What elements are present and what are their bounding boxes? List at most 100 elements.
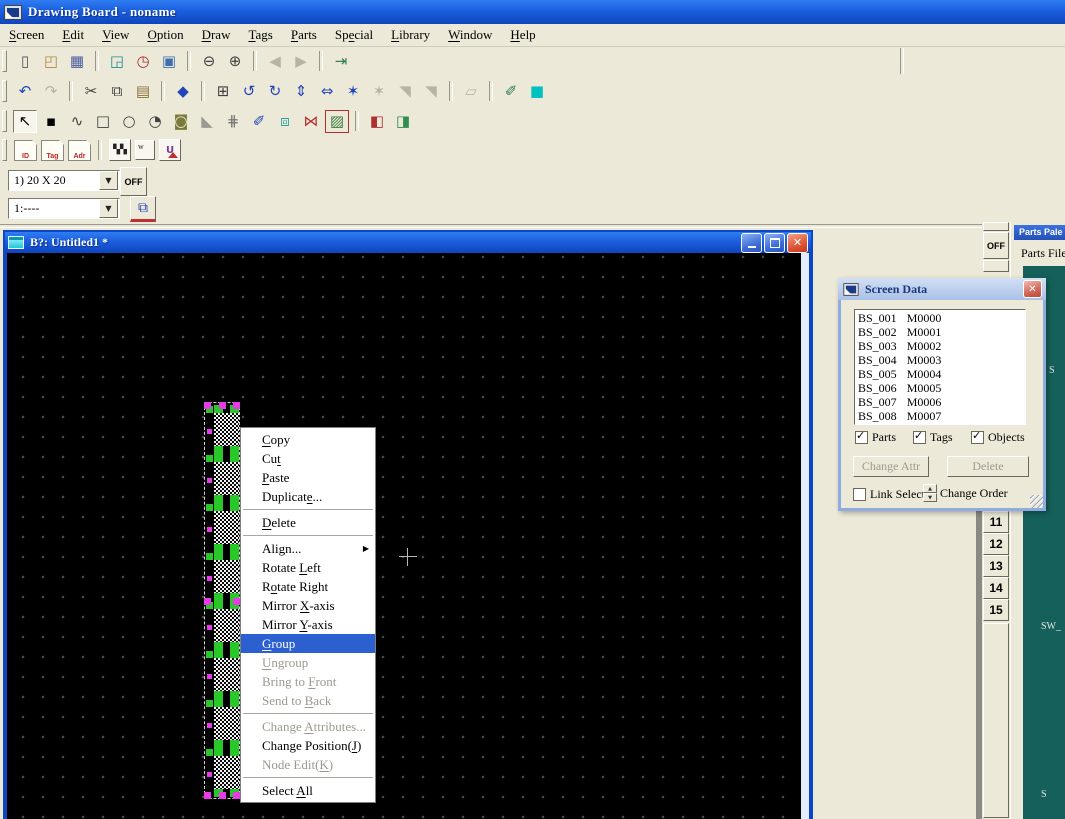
new-file-icon[interactable]: ▯ xyxy=(13,50,37,73)
flip-horizontal-icon[interactable]: ⇔ xyxy=(315,80,339,103)
rotate-left-icon[interactable]: ↺ xyxy=(237,80,261,103)
selection-handle[interactable] xyxy=(219,792,226,799)
undo-icon[interactable]: ↶ xyxy=(13,80,37,103)
capture-area-icon[interactable]: ⧈ xyxy=(273,110,297,133)
parts-off-button[interactable]: OFF xyxy=(983,232,1009,259)
menu-screen[interactable]: Screen xyxy=(0,26,53,44)
polyline-tool-icon[interactable]: ∿ xyxy=(65,110,89,133)
fill-tool-icon[interactable]: ◙ xyxy=(169,110,193,133)
test-pen-icon[interactable]: ✐ xyxy=(499,80,523,103)
cut-icon[interactable]: ✂ xyxy=(79,80,103,103)
pattern-icon[interactable]: ▚▚ xyxy=(109,139,131,161)
select-tool-icon[interactable]: ↖ xyxy=(13,110,37,133)
context-item-align[interactable]: Align...▶ xyxy=(241,539,375,558)
screen-data-row[interactable]: BS_004M0003 xyxy=(858,353,1025,367)
menu-library[interactable]: Library xyxy=(382,26,439,44)
zoom-out-icon[interactable]: ⊖ xyxy=(197,50,221,73)
tags-checkbox[interactable]: Tags xyxy=(913,430,953,445)
parts-file-label[interactable]: Parts File xyxy=(1021,246,1065,261)
close-icon[interactable]: ✕ xyxy=(787,233,808,253)
switch-part[interactable] xyxy=(214,650,239,699)
switch-part[interactable] xyxy=(214,748,239,797)
menu-window[interactable]: Window xyxy=(439,26,501,44)
box3d-red-icon[interactable]: ◧ xyxy=(365,110,389,133)
screen-data-row[interactable]: BS_003M0002 xyxy=(858,339,1025,353)
screen-data-list[interactable]: BS_001M0000BS_002M0001BS_003M0002BS_004M… xyxy=(854,309,1026,425)
selection-handle[interactable] xyxy=(204,792,211,799)
close-icon[interactable]: ✕ xyxy=(1023,280,1042,298)
transfer-icon[interactable]: ▣ xyxy=(157,50,181,73)
spinner-down-icon[interactable]: ▼ xyxy=(923,493,937,502)
app-titlebar[interactable]: Drawing Board - noname xyxy=(0,0,1065,24)
partial-button[interactable] xyxy=(983,260,1009,272)
duplicate-icon[interactable]: ⊞ xyxy=(211,80,235,103)
part-button-12[interactable]: 12 xyxy=(983,533,1009,555)
menu-special[interactable]: Special xyxy=(326,26,382,44)
adr-page-icon[interactable]: Adr xyxy=(68,140,91,161)
chevron-down-icon[interactable]: ▼ xyxy=(99,199,118,218)
context-item-duplicate[interactable]: Duplicate... xyxy=(241,487,375,506)
menu-help[interactable]: Help xyxy=(501,26,544,44)
checkbox-box[interactable] xyxy=(971,431,984,444)
screen-data-row[interactable]: BS_007M0006 xyxy=(858,395,1025,409)
menu-view[interactable]: View xyxy=(93,26,138,44)
rotate-right-icon[interactable]: ↻ xyxy=(263,80,287,103)
polygon-tool-icon[interactable]: ◣ xyxy=(195,110,219,133)
part-button-14[interactable]: 14 xyxy=(983,577,1009,599)
rectangle-tool-icon[interactable]: □ xyxy=(91,110,115,133)
selection-handle[interactable] xyxy=(233,402,240,409)
checkbox-box[interactable] xyxy=(913,431,926,444)
screen-select-combo[interactable]: 1:---- ▼ xyxy=(8,198,120,219)
open-file-icon[interactable]: ◰ xyxy=(39,50,63,73)
switch-part[interactable] xyxy=(214,552,239,601)
flip-vertical-icon[interactable]: ⇕ xyxy=(289,80,313,103)
resize-grip[interactable] xyxy=(1030,495,1043,508)
context-item-select-all[interactable]: Select All xyxy=(241,781,375,800)
selected-parts-group[interactable] xyxy=(204,402,240,799)
picture-u-icon[interactable]: U xyxy=(159,139,181,161)
paste-icon[interactable]: ▤ xyxy=(131,80,155,103)
scale-tool-icon[interactable]: ⋕ xyxy=(221,110,245,133)
drawing-window-titlebar[interactable]: B?: Untitled1 * ✕ xyxy=(5,232,811,253)
screen-data-row[interactable]: BS_002M0001 xyxy=(858,325,1025,339)
selection-handle[interactable] xyxy=(233,598,240,605)
selection-handle[interactable] xyxy=(204,402,211,409)
partial-button[interactable] xyxy=(983,222,1009,231)
context-item-paste[interactable]: Paste xyxy=(241,468,375,487)
screen-data-row[interactable]: BS_005M0004 xyxy=(858,367,1025,381)
link-select-checkbox[interactable]: Link Select xyxy=(853,487,925,502)
part-button-15[interactable]: 15 xyxy=(983,599,1009,621)
menu-option[interactable]: Option xyxy=(138,26,192,44)
context-item-change-position-j[interactable]: Change Position(J) xyxy=(241,736,375,755)
menu-draw[interactable]: Draw xyxy=(193,26,240,44)
menu-edit[interactable]: Edit xyxy=(53,26,93,44)
id-page-icon[interactable]: ID xyxy=(14,140,37,161)
switch-part[interactable] xyxy=(214,405,239,454)
save-icon[interactable]: ▦ xyxy=(65,50,89,73)
ellipse-tool-icon[interactable]: ○ xyxy=(117,110,141,133)
context-item-group[interactable]: Group xyxy=(241,634,375,653)
alarm-clock-icon[interactable]: ◷ xyxy=(131,50,155,73)
screen-data-row[interactable]: BS_001M0000 xyxy=(858,311,1025,325)
screen-data-titlebar[interactable]: Screen Data ✕ xyxy=(838,278,1046,300)
switch-part[interactable] xyxy=(214,503,239,552)
point-tool-icon[interactable]: ▪ xyxy=(39,110,63,133)
context-item-mirror-x-axis[interactable]: Mirror X-axis xyxy=(241,596,375,615)
checkbox-box[interactable] xyxy=(853,488,866,501)
menu-tags[interactable]: Tags xyxy=(239,26,281,44)
context-item-mirror-y-axis[interactable]: Mirror Y-axis xyxy=(241,615,375,634)
part-button-11[interactable]: 11 xyxy=(983,511,1009,533)
arc-tool-icon[interactable]: ◔ xyxy=(143,110,167,133)
shrink-icon[interactable]: ✶ xyxy=(341,80,365,103)
marker-pen-icon[interactable]: ✐ xyxy=(247,110,271,133)
minimize-button[interactable] xyxy=(741,233,762,253)
switch-part[interactable] xyxy=(214,601,239,650)
image-tool-icon[interactable]: ▨ xyxy=(325,110,349,133)
context-item-copy[interactable]: Copy xyxy=(241,430,375,449)
selection-handle[interactable] xyxy=(219,402,226,409)
parts-palette-titlebar[interactable]: Parts Pale xyxy=(1014,225,1065,240)
checkbox-box[interactable] xyxy=(855,431,868,444)
chevron-down-icon[interactable]: ▼ xyxy=(99,171,118,190)
copy-icon[interactable]: ⧉ xyxy=(105,80,129,103)
eraser-icon[interactable]: ◆ xyxy=(171,80,195,103)
